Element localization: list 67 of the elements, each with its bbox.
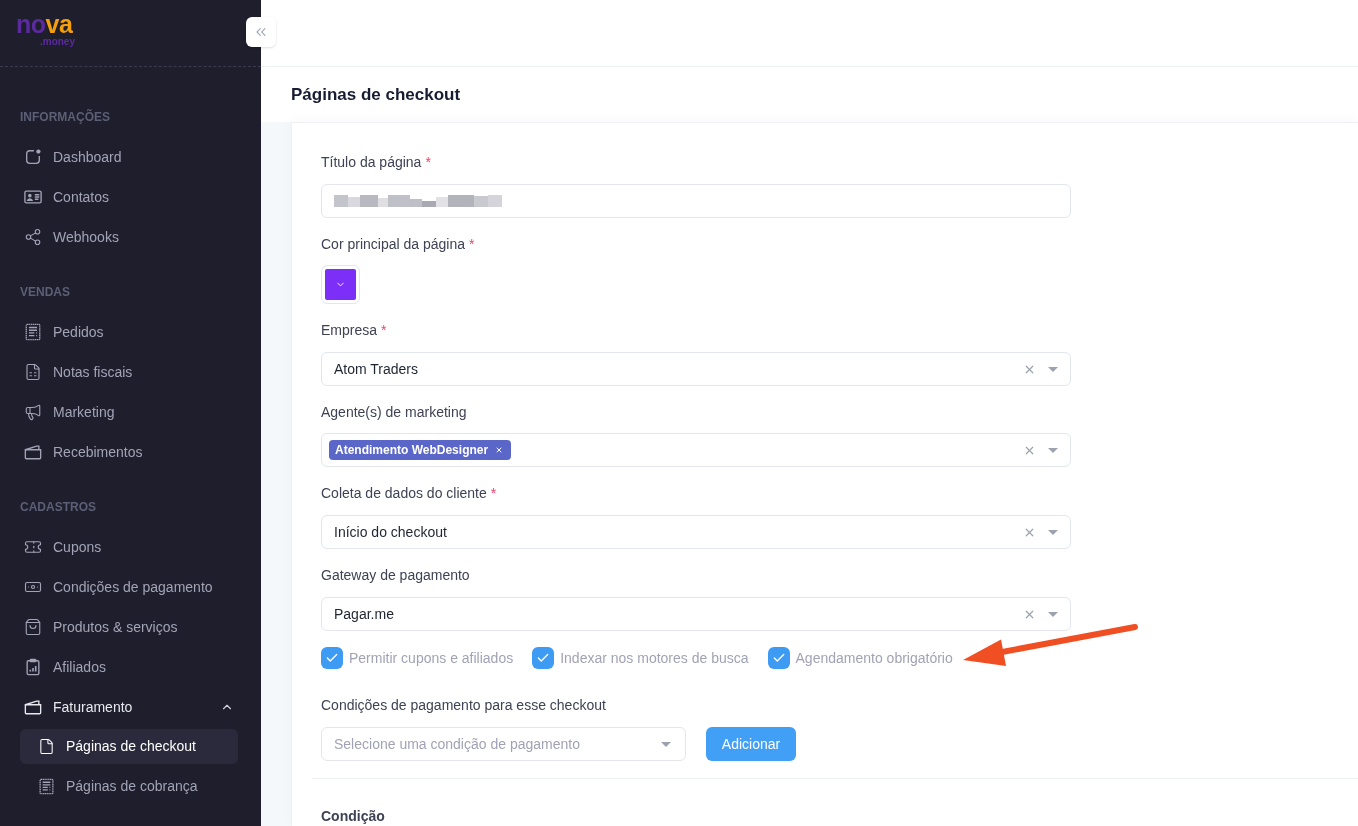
checkbox-label: Agendamento obrigatório: [795, 648, 953, 668]
caret-down-icon: [1048, 611, 1058, 617]
field-label: Agente(s) de marketing: [321, 402, 467, 422]
square-dot-icon: [24, 148, 42, 166]
field-label: Título da página: [321, 152, 422, 172]
multi-select-field[interactable]: Atendimento WebDesigner: [321, 433, 1071, 467]
sidebar-item[interactable]: Webhooks: [20, 217, 238, 257]
check-icon: [325, 651, 339, 665]
required-mark: *: [490, 483, 497, 503]
checkbox[interactable]: [767, 647, 790, 669]
file-icon: [38, 738, 55, 755]
logo-wordmark: nova: [16, 12, 73, 36]
field-label: Coleta de dados do cliente: [321, 483, 487, 503]
check-icon: [771, 651, 786, 665]
field-label: Empresa: [321, 320, 378, 340]
sidebar-item[interactable]: Contatos: [20, 177, 238, 217]
id-card-icon: [24, 188, 42, 206]
ticket-icon: [24, 538, 42, 556]
wallet-icon: [24, 443, 42, 461]
sidebar-item[interactable]: Cupons: [20, 527, 238, 567]
caret-down-icon: [1048, 366, 1058, 372]
megaphone-icon: [24, 403, 42, 421]
logo-domain: .money: [40, 36, 75, 47]
remove-icon[interactable]: [495, 446, 504, 454]
caret-down-icon: [661, 741, 671, 747]
section-title: Condição: [321, 806, 385, 826]
sidebar-item[interactable]: Produtos & serviços: [20, 607, 238, 647]
checkbox[interactable]: [532, 647, 555, 669]
checkbox-label: Permitir cupons e afiliados: [349, 648, 514, 668]
sidebar-section-title: VENDAS: [20, 284, 71, 300]
clipboard-chart-icon: [24, 658, 42, 676]
caret-down-icon: [1048, 529, 1058, 535]
field-label: Condições de pagamento para esse checkout: [321, 695, 606, 715]
shopping-bag-icon: [24, 618, 42, 636]
sidebar-item[interactable]: Recebimentos: [20, 432, 238, 472]
sidebar-item[interactable]: Notas fiscais: [20, 352, 238, 392]
field-label: Gateway de pagamento: [321, 565, 470, 585]
agent-tag-label: Atendimento WebDesigner: [335, 442, 489, 459]
receipt-icon: [38, 778, 55, 795]
sidebar-subitem[interactable]: Páginas de cobrança: [20, 769, 238, 804]
select-field[interactable]: Pagar.me: [321, 597, 1071, 631]
sidebar-item[interactable]: Marketing: [20, 392, 238, 432]
sidebar-item[interactable]: Condições de pagamento: [20, 567, 238, 607]
file-table-icon: [24, 363, 42, 381]
sidebar-item[interactable]: Afiliados: [20, 647, 238, 687]
sidebar-section-title: CADASTROS: [20, 499, 97, 515]
select-field[interactable]: Início do checkout: [321, 515, 1071, 549]
sidebar-subitem[interactable]: Páginas de checkout: [20, 729, 238, 764]
text-input[interactable]: [321, 184, 1071, 218]
collapse-sidebar-button[interactable]: [246, 17, 276, 47]
required-mark: *: [425, 152, 431, 172]
receipt-icon: [24, 323, 42, 341]
checkbox-label: Indexar nos motores de busca: [560, 648, 749, 668]
share-nodes-icon: [24, 228, 42, 246]
sidebar-item[interactable]: Faturamento: [20, 687, 238, 727]
sidebar-section-title: INFORMAÇÕES: [20, 109, 111, 125]
wallet-icon: [24, 698, 42, 716]
check-icon: [536, 651, 551, 665]
checkbox[interactable]: [321, 647, 343, 669]
field-label: Cor principal da página: [321, 234, 465, 254]
select-field[interactable]: Atom Traders: [321, 352, 1071, 386]
required-mark: *: [381, 320, 387, 340]
sidebar-item[interactable]: Pedidos: [20, 312, 238, 352]
page-title: Páginas de checkout: [291, 83, 461, 106]
caret-down-icon: [1048, 447, 1058, 453]
sidebar-item[interactable]: Dashboard: [20, 137, 238, 177]
required-mark: *: [469, 234, 475, 254]
